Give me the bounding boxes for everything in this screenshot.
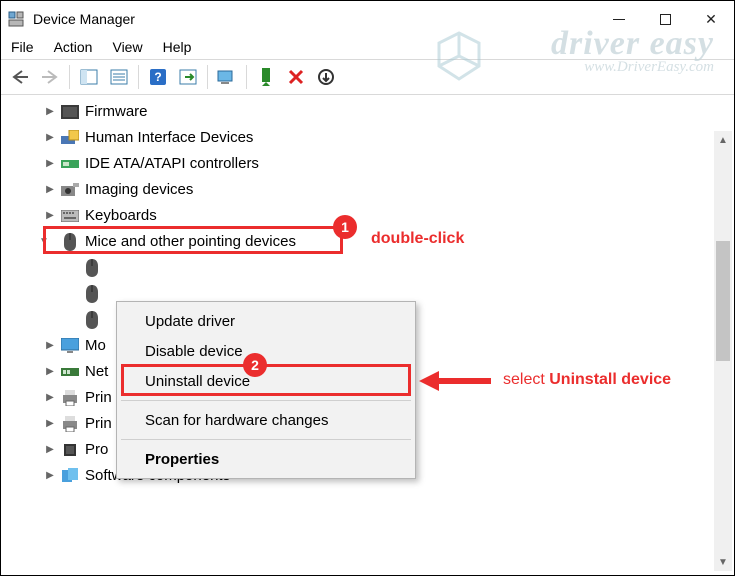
processor-icon (61, 441, 79, 459)
tree-item-imaging[interactable]: ▶ Imaging devices (13, 177, 734, 203)
tree-item-keyboards[interactable]: ▶ Keyboards (13, 203, 734, 229)
toolbar-uninstall-device[interactable] (281, 63, 311, 91)
annotation-arrow-line (439, 378, 491, 384)
titlebar: Device Manager (1, 1, 734, 37)
tree-label: Imaging devices (85, 177, 193, 203)
network-icon (61, 363, 79, 381)
ctx-uninstall-device[interactable]: Uninstall device (117, 366, 415, 396)
chevron-right-icon[interactable]: ▶ (43, 125, 57, 151)
printer-icon (61, 415, 79, 433)
tree-label: Prin (85, 385, 112, 411)
tree-label: Human Interface Devices (85, 125, 253, 151)
printer-icon (61, 389, 79, 407)
firmware-icon (61, 103, 79, 121)
chevron-right-icon[interactable]: ▶ (43, 99, 57, 125)
ctx-disable-device[interactable]: Disable device (117, 336, 415, 366)
mouse-icon (83, 285, 101, 303)
toolbar-forward[interactable] (35, 63, 65, 91)
chevron-right-icon[interactable]: ▶ (43, 333, 57, 359)
tree-item-ide[interactable]: ▶ IDE ATA/ATAPI controllers (13, 151, 734, 177)
window-title: Device Manager (33, 11, 135, 27)
toolbar-show-hide-tree[interactable] (74, 63, 104, 91)
tree-item-mouse-child-1[interactable] (13, 255, 734, 281)
tree-label: Mo (85, 333, 106, 359)
chevron-right-icon[interactable]: ▶ (43, 177, 57, 203)
vertical-scrollbar[interactable]: ▲ ▼ (714, 131, 732, 571)
imaging-icon (61, 181, 79, 199)
chevron-right-icon[interactable]: ▶ (43, 411, 57, 437)
toolbar-scan-hardware[interactable] (173, 63, 203, 91)
tree-label: Net (85, 359, 108, 385)
tree-item-hid[interactable]: ▶ Human Interface Devices (13, 125, 734, 151)
hid-icon (61, 129, 79, 147)
ctx-properties[interactable]: Properties (117, 444, 415, 474)
ide-icon (61, 155, 79, 173)
toolbar-enable-device[interactable] (251, 63, 281, 91)
ctx-separator (121, 439, 411, 440)
svg-text:?: ? (154, 70, 161, 84)
ctx-scan-hardware[interactable]: Scan for hardware changes (117, 405, 415, 435)
software-icon (61, 467, 79, 485)
maximize-button[interactable] (642, 3, 688, 35)
tree-label: Mice and other pointing devices (85, 229, 296, 255)
tree-label: Firmware (85, 99, 148, 125)
chevron-down-icon[interactable]: ▼ (37, 229, 51, 255)
tree-item-firmware[interactable]: ▶ Firmware (13, 99, 734, 125)
tree-label: Prin (85, 411, 112, 437)
close-button[interactable] (688, 3, 734, 35)
scroll-up-icon[interactable]: ▲ (714, 131, 732, 149)
chevron-right-icon[interactable]: ▶ (43, 385, 57, 411)
mouse-icon (83, 259, 101, 277)
tree-label: IDE ATA/ATAPI controllers (85, 151, 259, 177)
ctx-update-driver[interactable]: Update driver (117, 306, 415, 336)
minimize-button[interactable] (596, 3, 642, 35)
monitor-icon (61, 337, 79, 355)
menu-help[interactable]: Help (163, 39, 192, 55)
toolbar-back[interactable] (5, 63, 35, 91)
tree-label: Keyboards (85, 203, 157, 229)
menubar: File Action View Help (1, 37, 734, 59)
annotation-arrow-head (419, 371, 439, 391)
chevron-right-icon[interactable]: ▶ (43, 359, 57, 385)
chevron-right-icon[interactable]: ▶ (43, 437, 57, 463)
toolbar: ? (1, 59, 734, 95)
tree-label: Pro (85, 437, 108, 463)
keyboard-icon (61, 207, 79, 225)
ctx-separator (121, 400, 411, 401)
device-manager-icon (7, 10, 25, 28)
mouse-icon (83, 311, 101, 329)
toolbar-update-driver[interactable] (212, 63, 242, 91)
toolbar-help[interactable]: ? (143, 63, 173, 91)
chevron-right-icon[interactable]: ▶ (43, 463, 57, 489)
chevron-right-icon[interactable]: ▶ (43, 151, 57, 177)
menu-action[interactable]: Action (54, 39, 93, 55)
scroll-down-icon[interactable]: ▼ (714, 553, 732, 571)
scroll-thumb[interactable] (716, 241, 730, 361)
toolbar-disable-device[interactable] (311, 63, 341, 91)
menu-view[interactable]: View (112, 39, 142, 55)
chevron-right-icon[interactable]: ▶ (43, 203, 57, 229)
mouse-icon (61, 233, 79, 251)
toolbar-details[interactable] (104, 63, 134, 91)
tree-item-mice[interactable]: ▼ Mice and other pointing devices (13, 229, 734, 255)
context-menu: Update driver Disable device Uninstall d… (116, 301, 416, 479)
menu-file[interactable]: File (11, 39, 34, 55)
